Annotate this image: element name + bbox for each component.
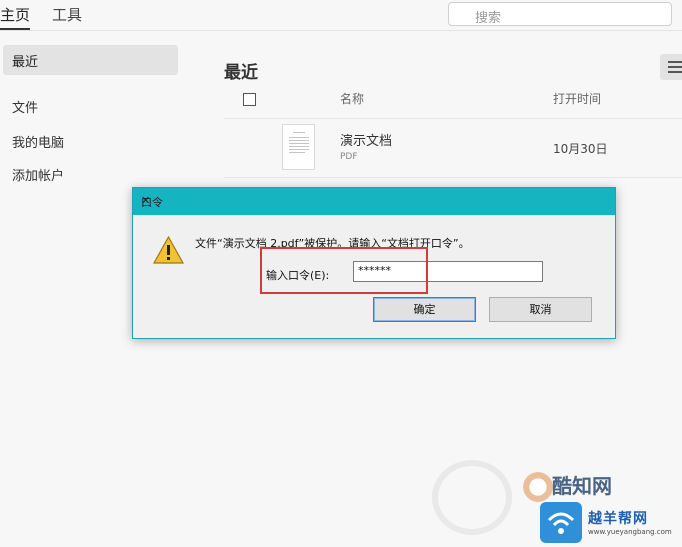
list-icon-line [668,71,682,73]
table-header [224,84,682,119]
watermark-text: 酷知网 [552,474,612,498]
warning-icon [152,235,185,264]
password-dialog: 口令 ✕ 文件“演示文档 2.pdf”被保护。请输入“文档打开口令”。 输入口令… [132,187,616,339]
highlight-box [260,247,428,294]
tab-home[interactable]: 主页 [0,4,31,30]
list-icon [668,61,682,63]
wifi-badge-icon [540,502,582,543]
search-placeholder: 搜索 [475,11,502,26]
list-view-button[interactable] [660,54,682,80]
column-header-name[interactable]: 名称 [340,90,364,107]
ok-button[interactable]: 确定 [373,297,476,322]
file-name[interactable]: 演示文档 [340,130,392,149]
sidebar-item-my-computer[interactable]: 我的电脑 [12,132,64,151]
page-title: 最近 [224,63,258,83]
file-open-time: 10月30日 [553,142,608,156]
sidebar-item-files[interactable]: 文件 [12,97,38,116]
cancel-button[interactable]: 取消 [489,297,592,322]
watermark-circle [432,460,512,535]
close-icon[interactable]: ✕ [141,194,150,207]
dialog-titlebar: 口令 ✕ [133,188,615,215]
column-header-open-time[interactable]: 打开时间 [553,90,601,107]
file-type: PDF [340,152,358,162]
watermark-url: www.yueyangbang.com [588,528,672,536]
search-input[interactable]: 搜索 [448,2,672,26]
sidebar-item-add-account[interactable]: 添加帐户 [12,165,64,184]
list-icon-line [668,66,682,68]
pdf-thumbnail[interactable] [282,124,315,170]
sidebar-item-label: 最近 [12,55,39,70]
watermark-site-name: 越羊帮网 [588,511,648,527]
tab-tools[interactable]: 工具 [52,4,82,25]
select-all-checkbox[interactable] [243,93,256,106]
top-bar: 主页 工具 搜索 [0,0,682,31]
sidebar-item-recent[interactable]: 最近 [3,45,178,75]
